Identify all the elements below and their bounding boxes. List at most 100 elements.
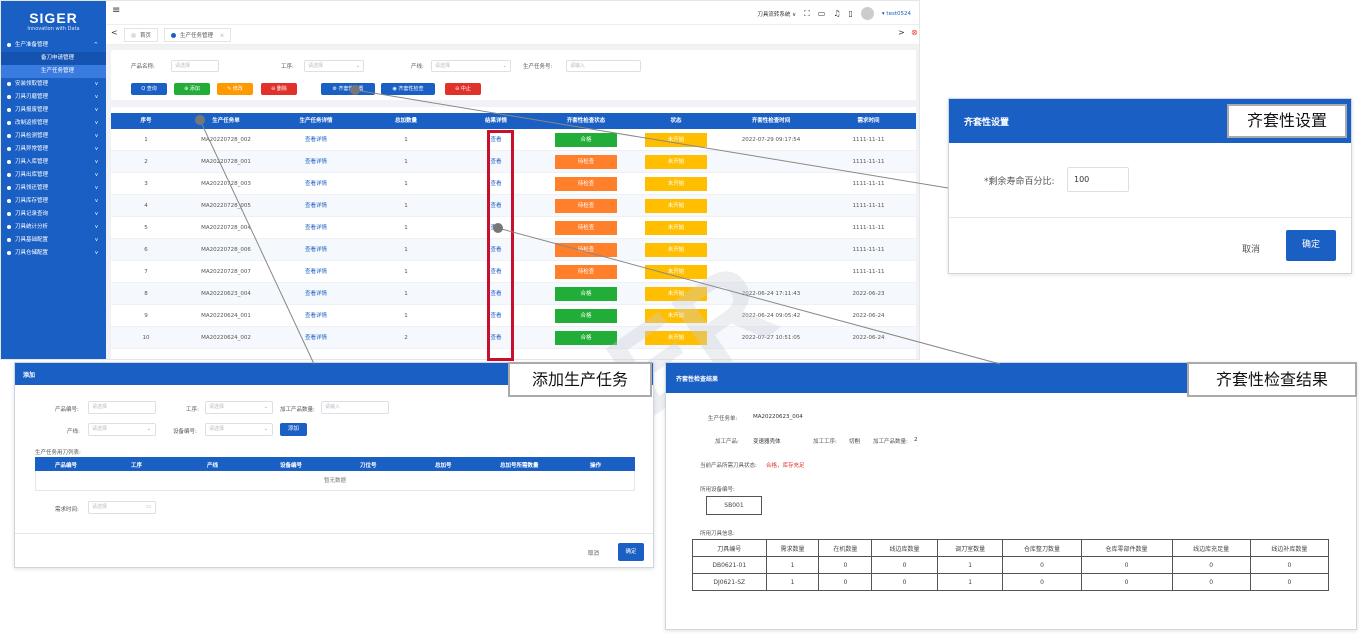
need-time-label: 需求时间: bbox=[55, 507, 79, 513]
cancel-button[interactable]: 取消 bbox=[588, 549, 599, 557]
product-no-label: 产品编号: bbox=[55, 407, 79, 413]
chevron-down-icon: v bbox=[95, 224, 98, 230]
mobile-icon[interactable]: ▯ bbox=[849, 9, 853, 18]
user-menu[interactable]: ▾ test0524 bbox=[882, 11, 911, 17]
task-no-input[interactable]: 请输入 bbox=[566, 60, 641, 72]
confirm-button[interactable]: 确定 bbox=[618, 543, 644, 561]
check-status-badge: 合格 bbox=[555, 309, 617, 323]
confirm-button[interactable]: 确定 bbox=[1286, 230, 1336, 261]
stop-button[interactable]: ⊖ 中止 bbox=[445, 83, 481, 95]
table-cell: MA20220728_002 bbox=[201, 137, 251, 143]
view-detail-link[interactable]: 查看详情 bbox=[271, 195, 361, 217]
col-header: 总加号所需数量 bbox=[500, 463, 539, 469]
need-time-picker[interactable]: 请选择 ▭ bbox=[88, 501, 156, 514]
view-detail-link[interactable]: 查看详情 bbox=[271, 151, 361, 173]
tool-list-label: 生产任务用刀列表: bbox=[35, 450, 81, 456]
tools-info-table: 刀具编号 需求数量 在机数量 线边库数量 调刀室数量 仓库整刀数量 仓库零部件数… bbox=[692, 539, 1330, 591]
qty-input[interactable]: 请输入 bbox=[321, 401, 389, 414]
col-header: 线边补库数量 bbox=[1249, 539, 1330, 557]
fullscreen-icon[interactable]: ⛶ bbox=[804, 9, 810, 19]
process-label: 工序: bbox=[186, 407, 199, 413]
menu-toggle-icon[interactable]: ≡ bbox=[112, 5, 120, 16]
process-select[interactable]: 请选择 ⌄ bbox=[304, 60, 364, 72]
sidebar-item-production-prep[interactable]: 生产准备管理 ^ bbox=[1, 39, 106, 52]
view-detail-link[interactable]: 查看详情 bbox=[271, 283, 361, 305]
table-cell: 0 bbox=[1249, 556, 1330, 574]
table-cell bbox=[721, 195, 821, 217]
monitor-icon[interactable]: ▭ bbox=[818, 9, 826, 18]
callout-kit-setting: 齐套性设置 bbox=[1227, 104, 1347, 138]
tabs-bar: < 首页 生产任务管理 × > ⊗ bbox=[106, 25, 919, 45]
system-switcher[interactable]: 刀具流转系统 ∨ bbox=[757, 10, 796, 18]
sidebar-item-inbound[interactable]: 刀具入库管理 v bbox=[1, 156, 106, 169]
device-no-label: 所用设备编号: bbox=[700, 487, 735, 493]
edit-button[interactable]: ✎ 修改 bbox=[217, 83, 253, 95]
sidebar-item-borrow[interactable]: 刀具领还管理 v bbox=[1, 182, 106, 195]
sidebar-item-basic-config[interactable]: 刀具基础配置 v bbox=[1, 234, 106, 247]
sidebar-item-repair[interactable]: 改制返修管理 v bbox=[1, 117, 106, 130]
process-select[interactable]: 请选择 ⌄ bbox=[205, 401, 273, 414]
avatar[interactable] bbox=[860, 7, 874, 20]
sidebar-item-grinding[interactable]: 刀具刃磨管理 v bbox=[1, 91, 106, 104]
view-detail-link[interactable]: 查看详情 bbox=[271, 217, 361, 239]
col-header: 刀具编号 bbox=[692, 539, 767, 557]
sidebar-subitem-production-task[interactable]: 生产任务管理 bbox=[1, 65, 106, 78]
sidebar-item-scrap[interactable]: 刀具报废管理 v bbox=[1, 104, 106, 117]
view-detail-link[interactable]: 查看详情 bbox=[271, 129, 361, 151]
cancel-button[interactable]: 取消 bbox=[1242, 242, 1260, 255]
view-detail-link[interactable]: 查看详情 bbox=[271, 261, 361, 283]
close-icon[interactable]: × bbox=[220, 33, 225, 39]
table-cell: 1 bbox=[404, 137, 408, 143]
qty-label: 加工产品数量: bbox=[280, 407, 315, 413]
product-no-select[interactable]: 请选择 bbox=[88, 401, 156, 414]
sidebar-subitem-tool-request[interactable]: 备刀申请管理 bbox=[1, 52, 106, 65]
sidebar-item-abnormal[interactable]: 刀具异常管理 v bbox=[1, 143, 106, 156]
chevron-down-icon: v bbox=[95, 81, 98, 87]
dialog-title: 齐套性设置 bbox=[964, 118, 1010, 128]
table-cell: 2022-07-27 10:51:05 bbox=[741, 335, 801, 341]
sidebar-item-statistics[interactable]: 刀具统计分析 v bbox=[1, 221, 106, 234]
col-header: 操作 bbox=[590, 463, 602, 469]
table-cell: 4 bbox=[144, 203, 148, 209]
line-select[interactable]: 请选择 ⌄ bbox=[88, 423, 156, 436]
line-select[interactable]: 请选择 ⌄ bbox=[431, 60, 511, 72]
device-no-value: SB001 bbox=[706, 496, 762, 515]
view-detail-link[interactable]: 查看详情 bbox=[271, 327, 361, 349]
chevron-down-icon: ⌄ bbox=[146, 426, 151, 432]
status-badge: 未开始 bbox=[645, 177, 707, 191]
kit-setting-button[interactable]: ⚙ 齐套性设置 bbox=[321, 83, 375, 95]
kit-check-button[interactable]: ◉ 齐套性检查 bbox=[381, 83, 435, 95]
sidebar-item-outbound[interactable]: 刀具出库管理 v bbox=[1, 169, 106, 182]
tab-production-task[interactable]: 生产任务管理 × bbox=[164, 28, 232, 42]
tab-home[interactable]: 首页 bbox=[124, 28, 159, 42]
col-header: 仓库整刀数量 bbox=[1002, 539, 1082, 557]
product-name-select[interactable]: 请选择 bbox=[171, 60, 219, 72]
device-no-select[interactable]: 请选择 ⌄ bbox=[205, 423, 273, 436]
sidebar-item-inspection[interactable]: 刀具检测管理 v bbox=[1, 130, 106, 143]
bell-icon[interactable]: ♫ bbox=[833, 9, 840, 18]
kit-result-dialog: 齐套性检查结果 生产任务单: MA20220623_004 加工产品: 变速器壳… bbox=[665, 362, 1357, 630]
view-detail-link[interactable]: 查看详情 bbox=[271, 173, 361, 195]
table-cell: 1 bbox=[936, 573, 1004, 591]
tabs-scroll-left-icon[interactable]: < bbox=[111, 28, 118, 37]
table-cell: 1 bbox=[765, 573, 820, 591]
sidebar-item-records[interactable]: 刀具记录查询 v bbox=[1, 208, 106, 221]
table-cell: 1111-11-11 bbox=[852, 137, 885, 143]
delete-button[interactable]: ⊖ 删除 bbox=[261, 83, 297, 95]
tabs-scroll-right-icon[interactable]: > bbox=[898, 28, 905, 37]
table-cell: 0 bbox=[818, 573, 873, 591]
add-tool-button[interactable]: 添加 bbox=[280, 423, 307, 436]
add-button[interactable]: ⊕ 添加 bbox=[174, 83, 210, 95]
sidebar-item-inventory[interactable]: 刀具库存管理 v bbox=[1, 195, 106, 208]
table-header-row: 刀具编号 需求数量 在机数量 线边库数量 调刀室数量 仓库整刀数量 仓库零部件数… bbox=[692, 539, 1330, 557]
menu-dot-icon bbox=[7, 250, 11, 255]
view-detail-link[interactable]: 查看详情 bbox=[271, 239, 361, 261]
remaining-life-input[interactable]: 100 bbox=[1067, 167, 1129, 192]
table-cell: MA20220624_002 bbox=[201, 335, 251, 341]
sidebar-item-install[interactable]: 安装领取管理 v bbox=[1, 78, 106, 91]
table-cell: 0 bbox=[1171, 573, 1251, 591]
view-detail-link[interactable]: 查看详情 bbox=[271, 305, 361, 327]
close-all-tabs-icon[interactable]: ⊗ bbox=[911, 28, 918, 37]
sidebar-item-storage-config[interactable]: 刀具仓储配置 v bbox=[1, 247, 106, 260]
query-button[interactable]: Q 查询 bbox=[131, 83, 167, 95]
